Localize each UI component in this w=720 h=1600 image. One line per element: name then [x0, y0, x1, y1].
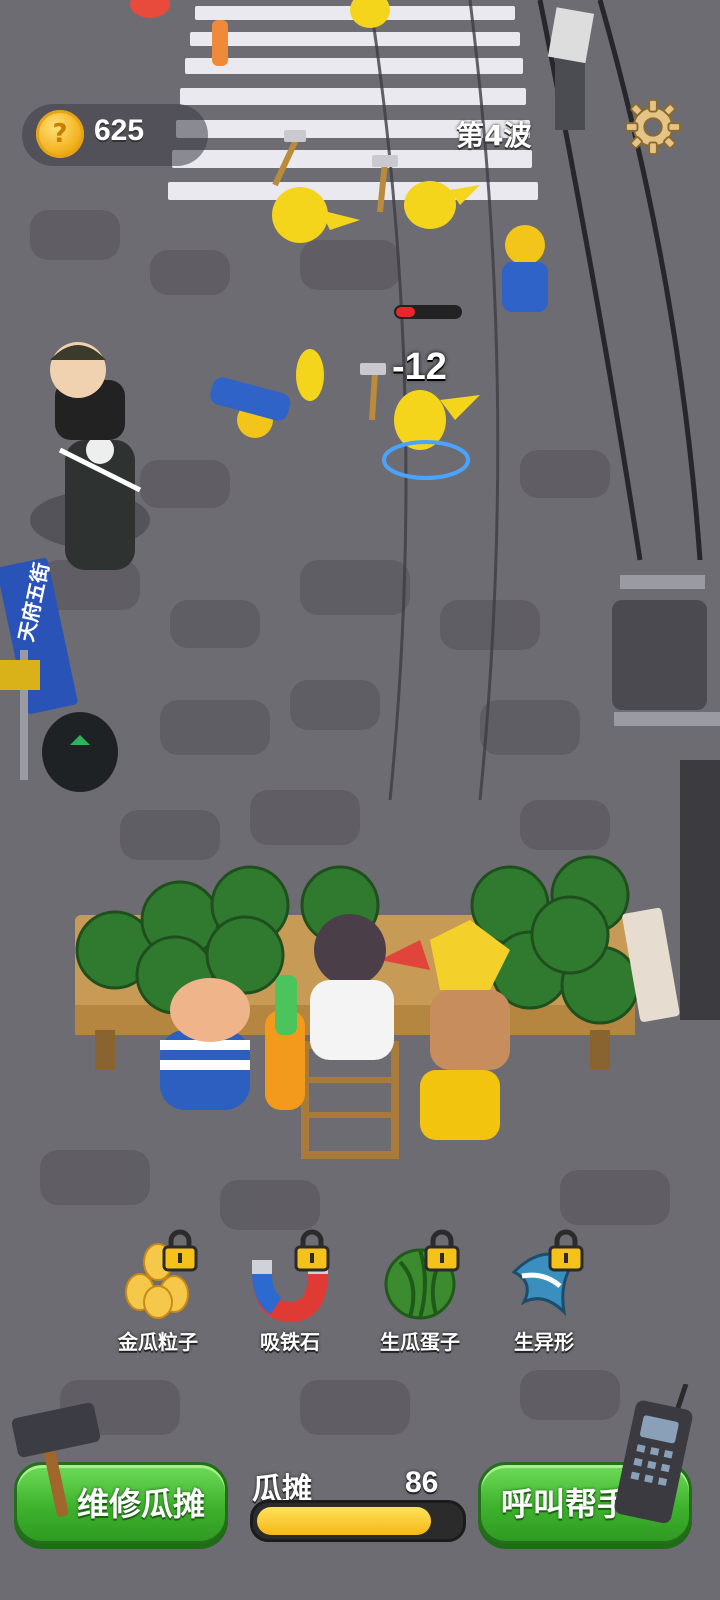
coin-counter: ? 625	[22, 104, 208, 166]
enemy-health-bar	[394, 305, 462, 319]
lock-icon	[548, 1229, 584, 1272]
skill-magnet[interactable]: 吸铁石	[230, 1228, 350, 1358]
stall-durability-fill	[257, 1507, 431, 1535]
coin-icon: ?	[36, 110, 84, 158]
coin-count: 625	[94, 114, 145, 147]
wave-indicator: 第4波	[456, 119, 532, 152]
lock-icon	[162, 1229, 198, 1272]
skill-golden-seeds[interactable]: 金瓜粒子	[98, 1228, 218, 1358]
enemy-health-fill	[396, 307, 415, 317]
stall-durability-bar	[250, 1500, 466, 1542]
game-scene: 天府五街	[0, 0, 720, 1600]
lock-icon	[424, 1229, 460, 1272]
skill-label: 吸铁石	[260, 1330, 320, 1354]
phone-icon	[614, 1384, 693, 1524]
skill-raw-melon[interactable]: 生瓜蛋子	[360, 1228, 480, 1358]
settings-gear-icon[interactable]	[624, 98, 682, 156]
skill-alien[interactable]: 生异形	[484, 1228, 604, 1358]
skill-label: 生异形	[514, 1330, 574, 1354]
skill-label: 金瓜粒子	[118, 1330, 198, 1354]
call-helper-label: 呼叫帮手	[501, 1485, 630, 1523]
lock-icon	[294, 1229, 330, 1272]
stall-value: 86	[405, 1466, 439, 1499]
damage-number: -12	[392, 346, 447, 388]
skill-label: 生瓜蛋子	[380, 1330, 460, 1354]
hammer-icon	[11, 1402, 101, 1517]
